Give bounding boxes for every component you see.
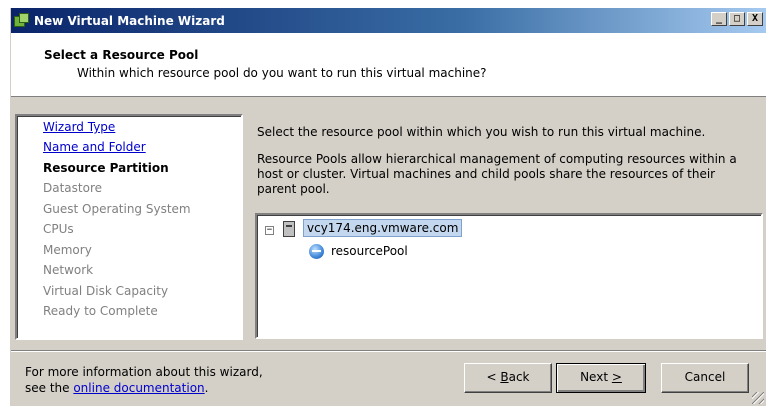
title-bar[interactable]: New Virtual Machine Wizard _ □ X bbox=[11, 8, 766, 33]
back-label: ack bbox=[508, 370, 530, 384]
description-text: Resource Pools allow hierarchical manage… bbox=[257, 152, 737, 196]
tree-node-host[interactable]: vcy174.eng.vmware.com bbox=[303, 219, 463, 237]
next-label: Next bbox=[580, 370, 612, 384]
tree-node-resource-pool[interactable]: resourcePool bbox=[331, 244, 408, 258]
page-subtitle: Within which resource pool do you want t… bbox=[77, 66, 487, 80]
minimize-button[interactable]: _ bbox=[711, 12, 727, 26]
cancel-button[interactable]: Cancel bbox=[661, 363, 749, 393]
step-guest-os: Guest Operating System bbox=[43, 202, 191, 216]
wizard-window: New Virtual Machine Wizard _ □ X Select … bbox=[10, 8, 766, 406]
resource-pool-tree[interactable]: − vcy174.eng.vmware.com resourcePool bbox=[255, 213, 763, 339]
help-text-prefix: see the bbox=[25, 381, 74, 395]
help-text: For more information about this wizard, bbox=[25, 365, 263, 379]
step-resource-partition: Resource Partition bbox=[43, 161, 169, 175]
window-controls: _ □ X bbox=[711, 12, 763, 26]
step-network: Network bbox=[43, 263, 94, 277]
resource-pool-icon bbox=[309, 244, 324, 259]
step-cpus: CPUs bbox=[43, 222, 74, 236]
collapse-icon[interactable]: − bbox=[265, 226, 274, 235]
wizard-steps-panel: Wizard Type Name and Folder Resource Par… bbox=[15, 114, 243, 340]
step-datastore: Datastore bbox=[43, 181, 103, 195]
close-button[interactable]: X bbox=[747, 12, 763, 26]
online-documentation-link[interactable]: online documentation bbox=[73, 381, 204, 395]
next-button[interactable]: Next > bbox=[556, 363, 646, 393]
step-name-and-folder[interactable]: Name and Folder bbox=[43, 140, 146, 155]
next-arrow: > bbox=[611, 370, 622, 384]
step-wizard-type[interactable]: Wizard Type bbox=[43, 120, 115, 135]
instruction-text: Select the resource pool within which yo… bbox=[257, 125, 706, 139]
help-text-suffix: . bbox=[204, 381, 209, 395]
resize-grip-icon[interactable] bbox=[752, 392, 764, 404]
maximize-button[interactable]: □ bbox=[729, 12, 745, 26]
server-icon bbox=[283, 221, 295, 237]
wizard-header: Select a Resource Pool Within which reso… bbox=[11, 33, 766, 97]
back-button[interactable]: < Back bbox=[464, 363, 552, 393]
step-memory: Memory bbox=[43, 243, 92, 257]
window-title: New Virtual Machine Wizard bbox=[34, 13, 225, 28]
step-virtual-disk-capacity: Virtual Disk Capacity bbox=[43, 284, 169, 298]
step-ready-to-complete: Ready to Complete bbox=[43, 304, 158, 318]
back-mnemonic: B bbox=[500, 370, 509, 384]
help-text-line2: see the online documentation. bbox=[25, 381, 208, 395]
back-arrow: < bbox=[486, 370, 501, 384]
vmware-app-icon bbox=[14, 12, 30, 29]
footer-divider bbox=[11, 350, 766, 352]
page-title: Select a Resource Pool bbox=[44, 48, 199, 62]
